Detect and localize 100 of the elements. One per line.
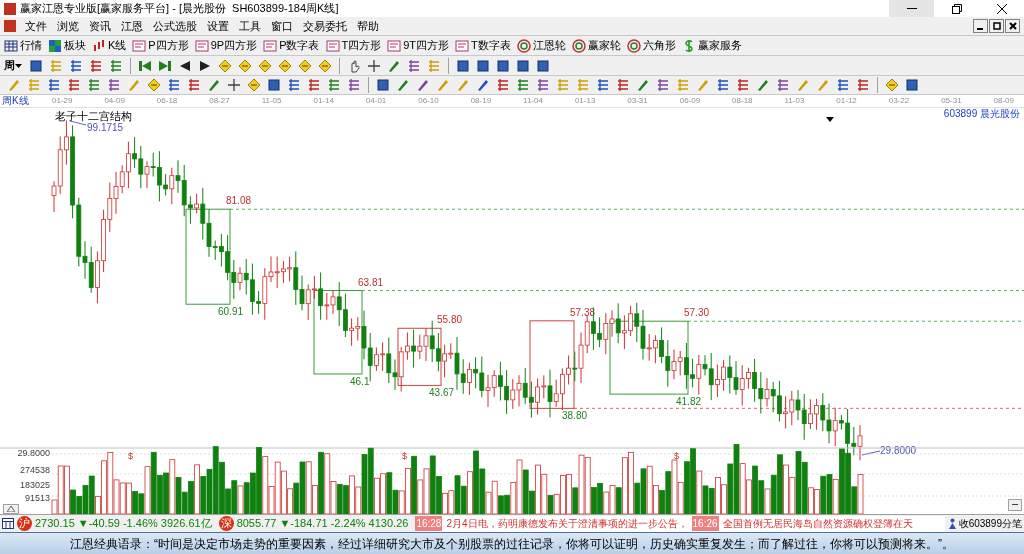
square-icon — [456, 58, 470, 73]
lines-icon — [69, 58, 83, 73]
toolbar-button[interactable]: 六角形 — [626, 37, 676, 54]
square-icon — [496, 58, 510, 73]
triangle-left-icon — [178, 58, 192, 73]
date-tick: 06-09 — [679, 97, 701, 105]
square-icon — [905, 78, 919, 92]
volume-axis-label: 29.8000 — [17, 448, 50, 458]
date-tick: 04-09 — [104, 97, 125, 105]
ring-icon — [626, 38, 641, 53]
lines-icon — [87, 78, 101, 92]
ticks-button[interactable]: 收603899分笔 — [947, 516, 1022, 531]
date-tick: 01-29 — [52, 97, 73, 105]
close-button[interactable] — [1005, 19, 1020, 33]
volume-axis-label: 274538 — [19, 465, 50, 475]
date-tick: 11-05 — [261, 97, 282, 105]
toolbar-button[interactable]: 板块 — [48, 37, 86, 54]
tag-icon — [387, 38, 402, 53]
toolbar-button[interactable]: T数字表 — [455, 37, 511, 54]
restore-button[interactable] — [989, 19, 1004, 33]
lines-icon — [49, 58, 63, 73]
pen-icon — [456, 78, 470, 92]
menu-item[interactable]: 文件 — [20, 17, 52, 35]
minus-icon — [1012, 504, 1018, 506]
menu-item[interactable]: 帮助 — [352, 17, 384, 35]
toolbar-button[interactable]: P数字表 — [263, 37, 320, 54]
lines-icon — [107, 78, 121, 92]
minimize-button[interactable] — [973, 19, 988, 33]
date-tick: 05-31 — [941, 97, 962, 105]
square-icon — [476, 58, 490, 73]
lines-icon — [776, 78, 790, 92]
restore-icon — [951, 3, 962, 14]
toolbar-button[interactable]: K线 — [92, 37, 127, 54]
diamond-icon — [247, 78, 261, 92]
tag-icon — [325, 38, 340, 53]
index-quote: 8055.77 ▼-184.71 -2.24% 4130.26 — [236, 516, 410, 532]
diamond-icon — [238, 58, 252, 73]
lines-icon — [109, 58, 123, 73]
menu-item[interactable]: 江恩 — [116, 17, 148, 35]
tag-icon — [132, 38, 147, 53]
plus-icon — [367, 58, 381, 73]
pen-icon — [696, 78, 710, 92]
lines-icon — [89, 58, 103, 73]
toolbar-button[interactable]: 江恩轮 — [516, 37, 566, 54]
table-icon — [4, 38, 18, 53]
period-dropdown[interactable]: 周 — [4, 57, 26, 74]
date-tick: 03-31 — [627, 97, 648, 105]
menu-item[interactable]: 资讯 — [84, 17, 116, 35]
toolbar-button[interactable]: T四方形 — [325, 37, 382, 54]
news-headline[interactable]: 2月4日电，药明康德发布关于澄清事项的进一步公告， — [446, 516, 688, 531]
box-bottom-price: 41.82 — [676, 396, 702, 408]
stock-label: 603899 晨光股份 — [943, 108, 1020, 119]
toolbar-button[interactable]: 行情 — [4, 37, 42, 54]
menu-item[interactable]: 浏览 — [52, 17, 84, 35]
lines-icon — [856, 78, 870, 92]
menu-item[interactable]: 设置 — [202, 17, 234, 35]
toolbar-button[interactable]: 赢家轮 — [571, 37, 621, 54]
lines-icon — [716, 78, 730, 92]
pen-icon — [127, 78, 141, 92]
news-headline[interactable]: 全国首例无居民海岛自然资源确权登簿在天 — [722, 516, 913, 531]
date-tick: 06-18 — [156, 97, 178, 105]
box-top-price: 57.30 — [684, 307, 710, 319]
plus-icon — [227, 78, 241, 92]
toolbar-button[interactable]: 9P四方形 — [194, 37, 258, 54]
menu-item[interactable]: 工具 — [234, 17, 266, 35]
skip-back-icon — [138, 58, 152, 73]
triangle-up-icon — [7, 506, 15, 512]
date-tick: 03-22 — [888, 97, 910, 105]
pen-icon — [207, 78, 221, 92]
diamond-icon — [318, 58, 332, 73]
dividend-marker: $ — [128, 451, 133, 461]
lines-icon — [307, 78, 321, 92]
high-price-label: 99.1715 — [87, 122, 124, 133]
expand-button[interactable] — [3, 504, 19, 514]
lines-icon — [616, 78, 630, 92]
ring-icon — [571, 38, 586, 53]
menu-item[interactable]: 窗口 — [266, 17, 298, 35]
lines-icon — [556, 78, 570, 92]
collapse-button[interactable] — [1008, 499, 1022, 511]
lines-icon — [836, 78, 850, 92]
toolbar-button[interactable]: P四方形 — [132, 37, 189, 54]
lines-icon — [576, 78, 590, 92]
diamond-icon — [298, 58, 312, 73]
menu-item[interactable]: 公式选股 — [148, 17, 202, 35]
square-icon — [267, 78, 281, 92]
square-icon — [376, 78, 390, 92]
pen-icon — [416, 78, 430, 92]
toolbar-button[interactable]: 赢家服务 — [681, 37, 742, 54]
app-logo-icon — [4, 2, 16, 15]
diamond-icon — [278, 58, 292, 73]
date-tick: 06-10 — [418, 97, 439, 105]
lines-icon — [47, 78, 61, 92]
date-tick: 08-27 — [209, 97, 230, 105]
volume-axis-label: 183025 — [19, 480, 50, 490]
market-badge: 沪 — [17, 516, 32, 531]
toolbar-button[interactable]: 9T四方形 — [387, 37, 450, 54]
pen-icon — [796, 78, 810, 92]
menu-item[interactable]: 交易委托 — [298, 17, 352, 35]
lines-icon — [596, 78, 610, 92]
lines-icon — [656, 78, 670, 92]
